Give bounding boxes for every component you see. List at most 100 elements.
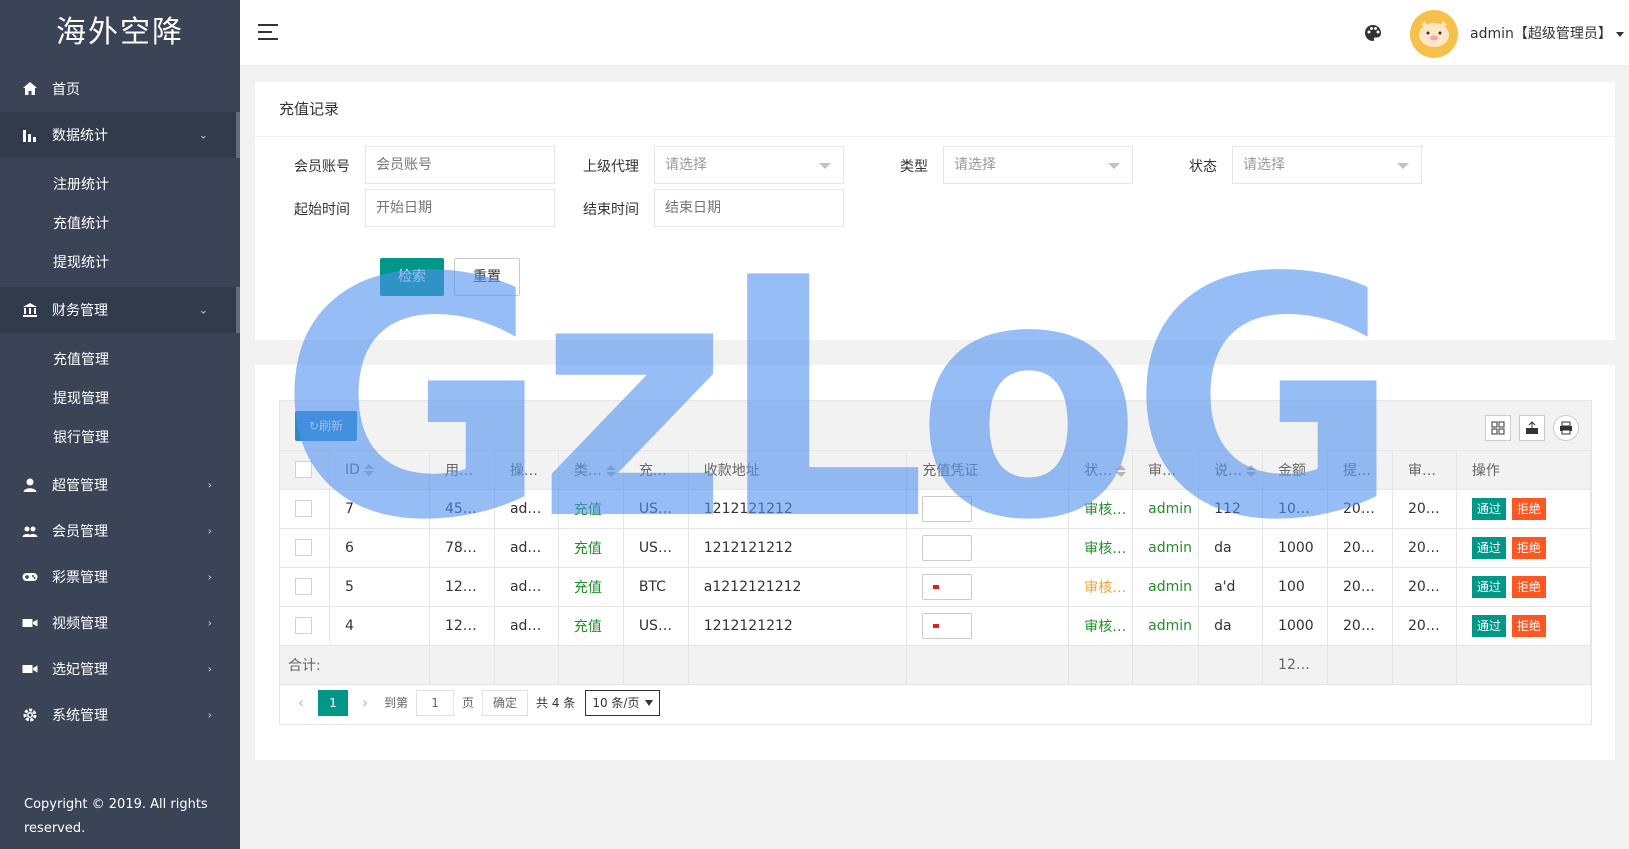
- approve-button[interactable]: 通过: [1471, 536, 1506, 559]
- status-select-value: 请选择: [1243, 157, 1285, 173]
- select-all-cell: [280, 451, 330, 490]
- sidebar-item-video[interactable]: 视频管理 ›: [0, 600, 240, 646]
- reject-button[interactable]: 拒绝: [1511, 575, 1546, 598]
- column-header-auditor: 审…: [1132, 451, 1200, 490]
- type-select[interactable]: 请选择: [943, 146, 1133, 184]
- cell-id: 6: [329, 528, 430, 568]
- column-header-voucher: 充值凭证: [906, 451, 1070, 490]
- pagination: ‹ 1 › 到第 1 页 确定 共 4 条 10 条/页: [280, 681, 1591, 724]
- row-checkbox[interactable]: [295, 539, 312, 556]
- sidebar-item-home[interactable]: 首页: [0, 66, 240, 112]
- sort-icon[interactable]: [1246, 464, 1257, 477]
- refresh-button[interactable]: ↻刷新: [295, 411, 357, 441]
- next-page-icon[interactable]: ›: [354, 693, 376, 712]
- sidebar-item-label: 财务管理: [52, 303, 108, 319]
- voucher-thumbnail[interactable]: [922, 612, 973, 639]
- column-label: 状…: [1084, 462, 1113, 479]
- table-row: 745…ad…充值US…1212121212审核通过admin11210…20……: [280, 489, 1592, 529]
- reject-button[interactable]: 拒绝: [1511, 497, 1546, 520]
- voucher-thumbnail[interactable]: [922, 495, 973, 522]
- status-select[interactable]: 请选择: [1232, 146, 1422, 184]
- sidebar-item-members[interactable]: 会员管理 ›: [0, 508, 240, 554]
- chevron-right-icon: ›: [207, 570, 212, 584]
- column-header-note[interactable]: 说…: [1198, 451, 1264, 490]
- row-select-cell: [280, 567, 330, 607]
- sidebar-item-data-stats[interactable]: 数据统计 ⌄: [0, 112, 240, 158]
- column-header-actions: 操作: [1456, 451, 1592, 490]
- sidebar-subitem-register-stats[interactable]: 注册统计: [0, 164, 240, 203]
- sort-icon[interactable]: [1116, 464, 1127, 477]
- cell-auditor: admin: [1132, 567, 1200, 607]
- cell-id: 7: [329, 489, 430, 529]
- avatar[interactable]: [1410, 10, 1458, 58]
- palette-icon[interactable]: [1363, 23, 1383, 43]
- cell-actions: 通过 拒绝: [1456, 567, 1592, 607]
- sidebar-subitem-recharge-stats[interactable]: 充值统计: [0, 203, 240, 242]
- search-button[interactable]: 检索: [380, 258, 444, 296]
- sidebar-subitem-withdraw-stats[interactable]: 提现统计: [0, 242, 240, 281]
- column-header-status[interactable]: 状…: [1068, 451, 1134, 490]
- sidebar-item-admin[interactable]: 超管管理 ›: [0, 462, 240, 508]
- export-icon[interactable]: [1519, 415, 1545, 441]
- cell-submit-time: 20…: [1327, 567, 1393, 607]
- user-menu[interactable]: admin【超级管理员】: [1470, 23, 1624, 43]
- sidebar-item-label: 彩票管理: [52, 570, 108, 586]
- row-checkbox[interactable]: [295, 500, 312, 517]
- current-page[interactable]: 1: [318, 689, 348, 716]
- cell-actions: 通过 拒绝: [1456, 528, 1592, 568]
- sort-icon[interactable]: [605, 464, 616, 477]
- sidebar-subitem-withdraw-manage[interactable]: 提现管理: [0, 378, 240, 417]
- cell-actions: 通过 拒绝: [1456, 606, 1592, 646]
- column-header-type[interactable]: 类…: [558, 451, 624, 490]
- agent-select[interactable]: 请选择: [654, 146, 844, 184]
- member-input[interactable]: [365, 146, 555, 184]
- approve-button[interactable]: 通过: [1471, 575, 1506, 598]
- end-date-input[interactable]: [654, 189, 844, 227]
- column-header-id[interactable]: ID: [329, 451, 430, 490]
- row-checkbox[interactable]: [295, 617, 312, 634]
- column-label: 说…: [1214, 462, 1243, 479]
- total-count: 共 4 条: [536, 696, 576, 710]
- page-size-select[interactable]: 10 条/页: [585, 689, 661, 716]
- sidebar-item-system[interactable]: 系统管理 ›: [0, 692, 240, 738]
- sidebar-subitem-bank-manage[interactable]: 银行管理: [0, 417, 240, 456]
- column-label: ID: [344, 461, 360, 478]
- column-header-user: 用…: [429, 451, 495, 490]
- column-header-coin: 充…: [623, 451, 689, 490]
- voucher-thumbnail[interactable]: [922, 573, 973, 600]
- sidebar-item-label: 选妃管理: [52, 662, 108, 678]
- sidebar-subitem-recharge-manage[interactable]: 充值管理: [0, 339, 240, 378]
- reject-button[interactable]: 拒绝: [1511, 614, 1546, 637]
- sum-empty-cell: [623, 645, 689, 685]
- table-toolbar: ↻刷新: [280, 401, 1591, 451]
- voucher-thumbnail[interactable]: [922, 534, 973, 561]
- sidebar-item-consort[interactable]: 选妃管理 ›: [0, 646, 240, 692]
- caret-down-icon: [1108, 163, 1120, 169]
- menu-toggle-icon[interactable]: [258, 24, 278, 42]
- goto-confirm-button[interactable]: 确定: [482, 689, 529, 716]
- prev-page-icon[interactable]: ‹: [290, 693, 312, 712]
- cell-operator: ad…: [494, 567, 559, 607]
- columns-filter-icon[interactable]: [1485, 415, 1511, 441]
- row-checkbox[interactable]: [295, 578, 312, 595]
- sum-empty-cell: [1198, 645, 1264, 685]
- reject-button[interactable]: 拒绝: [1511, 536, 1546, 559]
- start-date-input[interactable]: [365, 189, 555, 227]
- sidebar-item-finance[interactable]: 财务管理 ⌄: [0, 287, 240, 333]
- bar-chart-icon: [22, 127, 38, 143]
- approve-button[interactable]: 通过: [1471, 497, 1506, 520]
- sidebar-item-lottery[interactable]: 彩票管理 ›: [0, 554, 240, 600]
- goto-page-input[interactable]: 1: [416, 689, 455, 716]
- approve-button[interactable]: 通过: [1471, 614, 1506, 637]
- print-icon[interactable]: [1553, 415, 1579, 441]
- gear-icon: [22, 707, 38, 723]
- table-panel: ↻刷新 ID 用… 操… 类… 充… 收款地址 充值凭证 状… 审… 说… 金额…: [255, 365, 1615, 760]
- sort-icon[interactable]: [363, 463, 374, 476]
- select-all-checkbox[interactable]: [295, 461, 312, 479]
- sum-empty-cell: [1327, 645, 1393, 685]
- cell-voucher: [906, 567, 1070, 607]
- sidebar-item-label: 数据统计: [52, 128, 108, 144]
- users-icon: [22, 523, 38, 539]
- reset-button[interactable]: 重置: [454, 258, 520, 296]
- sum-empty-cell: [494, 645, 559, 685]
